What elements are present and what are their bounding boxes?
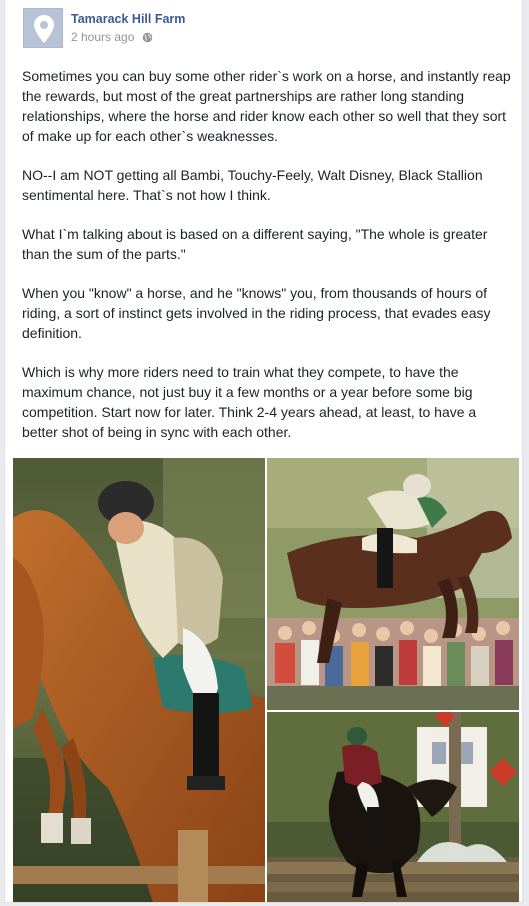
post-paragraph: Which is why more riders need to train w… [22,364,477,440]
post-meta: 2 hours ago [71,30,153,44]
post-paragraph: When you "know" a horse, and he "knows" … [22,285,491,341]
page-name-link[interactable]: Tamarack Hill Farm [71,12,185,26]
post-body: Sometimes you can buy some other rider`s… [22,66,512,461]
photo-dark-horse-water[interactable] [267,712,519,902]
post-timestamp[interactable]: 2 hours ago [71,30,134,44]
page-avatar[interactable] [23,8,63,48]
photo-bay-horse-crowd[interactable] [267,458,519,710]
post-card: Tamarack Hill Farm 2 hours ago Sometimes… [4,0,523,903]
photo-rider-chestnut-horse[interactable] [13,458,265,902]
photo-grid [13,458,519,902]
post-paragraph: NO--I am NOT getting all Bambi, Touchy-F… [22,167,483,203]
globe-icon[interactable] [142,32,153,43]
post-paragraph: Sometimes you can buy some other rider`s… [22,68,511,144]
map-pin-icon [34,15,54,43]
post-paragraph: What I`m talking about is based on a dif… [22,226,488,262]
